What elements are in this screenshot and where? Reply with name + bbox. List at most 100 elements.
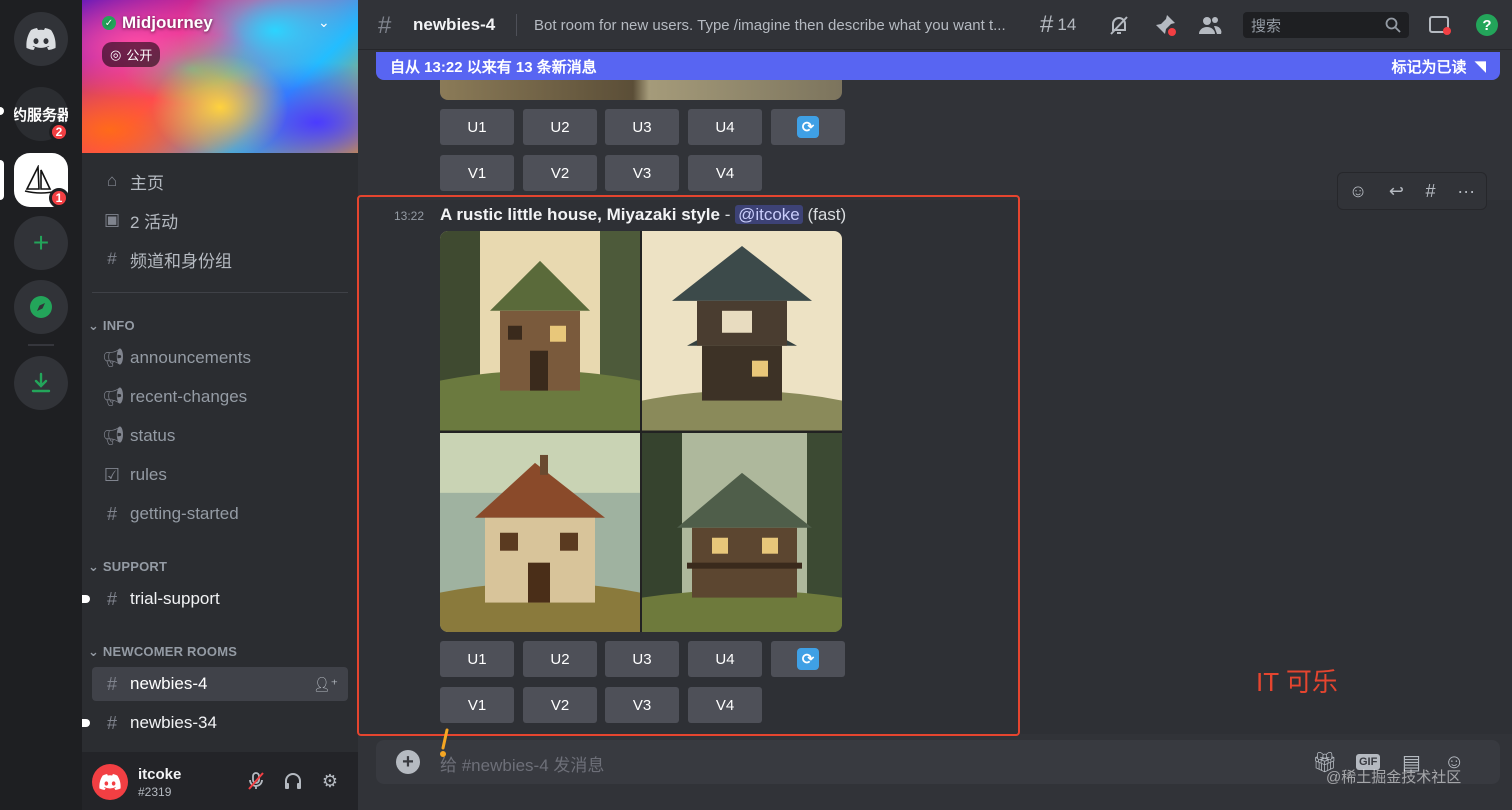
- server-header[interactable]: ✓ Midjourney: [102, 13, 213, 33]
- channel-rules[interactable]: ☑ rules: [92, 458, 348, 492]
- add-reaction-icon[interactable]: ☺: [1349, 181, 1367, 202]
- add-server-button[interactable]: +: [14, 216, 68, 270]
- category-newcomer-label: NEWCOMER ROOMS: [102, 644, 238, 659]
- channel-title: newbies-4: [413, 15, 496, 34]
- category-newcomer-rooms[interactable]: ⌄ NEWCOMER ROOMS: [88, 644, 237, 660]
- category-info-label: INFO: [102, 318, 135, 333]
- variation-button[interactable]: V2: [523, 155, 597, 191]
- thread-hash-icon: #: [378, 12, 392, 39]
- upscale-button[interactable]: U1: [440, 109, 514, 145]
- compass-icon: [30, 296, 52, 318]
- globe-icon: ◎: [110, 46, 122, 62]
- unread-indicator: [82, 719, 90, 727]
- threads-button[interactable]: # 14: [1040, 11, 1077, 38]
- channel-trial-support[interactable]: # trial-support: [82, 582, 348, 616]
- header-divider: [516, 14, 517, 36]
- verified-check-icon: ✓: [102, 16, 116, 30]
- message-input-placeholder[interactable]: 给 #newbies-4 发消息: [440, 751, 604, 776]
- channel-getting-started[interactable]: # getting-started: [92, 497, 348, 531]
- nav-events-label: 2 活动: [130, 212, 179, 232]
- settings-gear-icon[interactable]: ⚙: [318, 769, 342, 793]
- help-button[interactable]: ?: [1475, 12, 1499, 38]
- mark-as-read-label: 标记为已读: [1391, 58, 1467, 76]
- chevron-down-icon[interactable]: ⌄: [318, 14, 330, 31]
- nav-home[interactable]: ⌂ 主页: [92, 164, 348, 198]
- more-options-icon[interactable]: ···: [1457, 181, 1475, 202]
- headphones-icon[interactable]: [281, 769, 305, 793]
- channel-label: recent-changes: [130, 387, 248, 406]
- nav-channels-roles[interactable]: # 频道和身份组: [92, 242, 348, 276]
- channel-label: status: [130, 426, 176, 445]
- new-messages-text: 自从 13:22 以来有 13 条新消息: [390, 58, 597, 76]
- channel-newbies-34[interactable]: # newbies-34: [82, 706, 348, 740]
- channel-label: trial-support: [130, 589, 220, 608]
- pinned-messages-button[interactable]: [1153, 12, 1177, 38]
- variation-button[interactable]: V3: [605, 155, 679, 191]
- megaphone-icon: 📢︎: [102, 347, 125, 368]
- pointer-marker-icon: [440, 728, 449, 757]
- channel-recent-changes[interactable]: 📢︎ recent-changes: [92, 380, 348, 414]
- member-list-button[interactable]: [1198, 12, 1222, 38]
- discord-logo-icon: [99, 774, 121, 790]
- reply-icon[interactable]: ↩: [1389, 181, 1404, 202]
- unread-indicator: [82, 595, 90, 603]
- user-tag: #2319: [138, 785, 172, 799]
- bell-slash-icon: [1110, 16, 1128, 35]
- channel-announcements[interactable]: 📢︎ announcements: [92, 341, 348, 375]
- members-icon: [1199, 17, 1222, 34]
- mute-mic-icon[interactable]: [244, 769, 268, 793]
- category-support[interactable]: ⌄ SUPPORT: [88, 559, 167, 575]
- mark-as-read-button[interactable]: 标记为已读 ◥: [1391, 56, 1486, 77]
- overlay-text: IT 可乐: [1256, 667, 1338, 697]
- explore-servers-button[interactable]: [14, 280, 68, 334]
- previous-image-grid[interactable]: [440, 80, 842, 100]
- channel-browse-icon: #: [107, 249, 117, 268]
- attach-plus-icon[interactable]: +: [396, 750, 420, 774]
- refresh-icon: ⟳: [797, 116, 819, 138]
- threads-icon: #: [1040, 11, 1054, 38]
- upscale-button[interactable]: U2: [523, 109, 597, 145]
- rail-divider: [28, 344, 54, 346]
- category-support-label: SUPPORT: [102, 559, 168, 574]
- add-member-icon[interactable]: 👤︎⁺: [313, 676, 338, 693]
- channel-label: getting-started: [130, 504, 239, 523]
- inbox-button[interactable]: [1428, 12, 1452, 38]
- mute-notifications-button[interactable]: [1108, 12, 1130, 38]
- mention-badge: 1: [49, 188, 69, 208]
- public-label: 公开: [126, 48, 153, 63]
- channel-status[interactable]: 📢︎ status: [92, 419, 348, 453]
- nav-home-label: 主页: [130, 173, 164, 193]
- category-info[interactable]: ⌄ INFO: [88, 318, 135, 334]
- discord-logo-icon: [26, 28, 56, 50]
- discord-home-button[interactable]: [14, 12, 68, 66]
- new-messages-bar[interactable]: 自从 13:22 以来有 13 条新消息 标记为已读 ◥: [376, 52, 1500, 80]
- channel-header: # newbies-4 Bot room for new users. Type…: [358, 0, 1512, 50]
- reroll-button[interactable]: ⟳: [771, 109, 845, 145]
- thread-hash-icon: #: [106, 712, 117, 733]
- home-icon: ⌂: [106, 171, 118, 190]
- avatar[interactable]: [92, 764, 128, 800]
- search-icon: [1385, 17, 1401, 33]
- upscale-button[interactable]: U3: [605, 109, 679, 145]
- channel-label: announcements: [130, 348, 251, 367]
- variation-button[interactable]: V4: [688, 155, 762, 191]
- variation-button[interactable]: V1: [440, 155, 514, 191]
- mention-badge: 2: [49, 122, 69, 142]
- svg-text:?: ?: [1482, 17, 1491, 34]
- username: itcoke: [138, 766, 182, 783]
- channel-topic[interactable]: Bot room for new users. Type /imagine th…: [534, 17, 1024, 34]
- channel-label: newbies-4: [130, 674, 208, 693]
- download-apps-button[interactable]: [14, 356, 68, 410]
- message-actions-bar: ☺ ↩ # ···: [1337, 172, 1487, 210]
- threads-count: 14: [1057, 15, 1077, 34]
- download-icon: [31, 372, 51, 393]
- channel-newbies-4[interactable]: # newbies-4 👤︎⁺: [92, 667, 348, 701]
- search-placeholder: 搜索: [1251, 17, 1282, 35]
- upscale-button[interactable]: U4: [688, 109, 762, 145]
- search-input[interactable]: 搜索: [1243, 12, 1409, 38]
- channel-label: rules: [130, 465, 167, 484]
- nav-events[interactable]: ▣ 2 活动: [92, 203, 348, 237]
- mark-read-icon: ◥: [1474, 58, 1486, 75]
- channel-sidebar: ✓ Midjourney ⌄ ◎ 公开 ⌂ 主页 ▣ 2 活动 # 频道和身份组…: [82, 0, 358, 810]
- create-thread-icon[interactable]: #: [1426, 181, 1436, 202]
